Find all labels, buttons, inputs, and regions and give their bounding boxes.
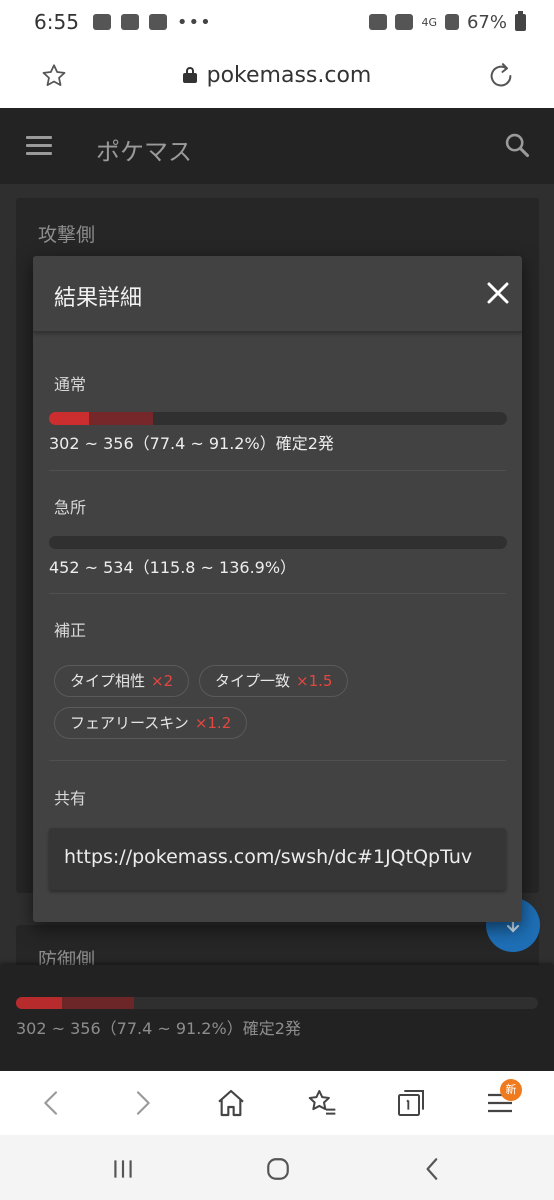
status-bar: 6:55 ••• 4G 67% (0, 0, 554, 44)
network-type: 4G (421, 15, 437, 29)
recent-apps-icon[interactable] (110, 1156, 136, 1182)
tabs-icon[interactable] (395, 1087, 427, 1119)
normal-damage-min-fill (49, 412, 90, 425)
browser-bottom-nav (0, 1071, 554, 1135)
chip-name: フェアリースキン (70, 714, 189, 732)
bookmarks-icon[interactable] (306, 1087, 338, 1119)
status-notification-icons: ••• (92, 11, 212, 33)
battery-percent: 67% (466, 11, 507, 33)
forward-icon[interactable] (126, 1087, 158, 1119)
normal-label: 通常 (54, 375, 87, 394)
result-summary-bar[interactable]: 302 ~ 356（77.4 ~ 91.2%）確定2発 (0, 965, 554, 1071)
divider (49, 760, 506, 761)
share-url-text: https://pokemass.com/swsh/dc#1JQtQpTuv (64, 846, 473, 868)
dialog-header: 結果詳細 (33, 256, 522, 332)
alarm-icon (369, 14, 388, 30)
modifier-chip-fairy-skin[interactable]: フェアリースキン ×1.2 (54, 707, 248, 739)
close-icon[interactable] (486, 281, 510, 305)
browser-url-bar: pokemass.com (0, 44, 554, 108)
url-display[interactable]: pokemass.com (0, 63, 554, 88)
system-nav-bar (0, 1135, 554, 1200)
divider (49, 470, 506, 471)
signal-icon (444, 14, 459, 30)
modifiers-label: 補正 (54, 621, 87, 640)
summary-damage-bar (16, 997, 538, 1009)
normal-damage-bar (49, 412, 507, 425)
summary-damage-min-fill (16, 997, 62, 1009)
status-time: 6:55 (34, 10, 79, 34)
chip-multiplier: ×1.5 (296, 672, 333, 690)
new-badge: 新 (500, 1079, 522, 1101)
mail-icon (148, 14, 167, 30)
app-title: ポケマス (96, 138, 192, 166)
modifier-chip-stab[interactable]: タイプ一致 ×1.5 (199, 665, 349, 697)
share-url-field[interactable]: https://pokemass.com/swsh/dc#1JQtQpTuv (49, 828, 506, 890)
hamburger-menu-icon[interactable] (26, 136, 52, 156)
result-detail-dialog: 結果詳細 通常 302 ~ 356（77.4 ~ 91.2%）確定2発 急所 4… (33, 256, 522, 922)
app-bar: ポケマス (0, 108, 554, 184)
game-controller-icon (92, 14, 111, 30)
status-system-icons: 4G 67% (369, 10, 526, 33)
attacker-card-title: 攻撃側 (38, 224, 96, 246)
mute-icon (395, 14, 414, 30)
normal-damage-range: 302 ~ 356（77.4 ~ 91.2%）確定2発 (49, 434, 334, 453)
dialog-title: 結果詳細 (54, 286, 143, 311)
more-notifications-icon: ••• (176, 11, 212, 33)
share-label: 共有 (54, 789, 87, 808)
url-text: pokemass.com (206, 63, 372, 88)
critical-damage-range: 452 ~ 534（115.8 ~ 136.9%） (49, 558, 297, 577)
chip-name: タイプ相性 (70, 672, 146, 690)
search-icon[interactable] (503, 131, 531, 159)
chip-multiplier: ×2 (151, 672, 174, 690)
critical-damage-bar (49, 536, 507, 549)
back-icon[interactable] (36, 1087, 68, 1119)
chip-multiplier: ×1.2 (194, 714, 232, 732)
home-icon[interactable] (215, 1087, 247, 1119)
summary-damage-range: 302 ~ 356（77.4 ~ 91.2%）確定2発 (16, 1019, 301, 1038)
modifier-chip-type-effectiveness[interactable]: タイプ相性 ×2 (54, 665, 190, 697)
chip-name: タイプ一致 (215, 672, 291, 690)
critical-label: 急所 (54, 498, 87, 517)
tv-icon (120, 14, 139, 30)
system-home-icon[interactable] (265, 1156, 291, 1182)
lock-icon (182, 67, 197, 83)
system-back-icon[interactable] (420, 1156, 446, 1182)
divider (49, 593, 506, 594)
reload-icon[interactable] (486, 61, 516, 91)
battery-icon (515, 10, 526, 31)
